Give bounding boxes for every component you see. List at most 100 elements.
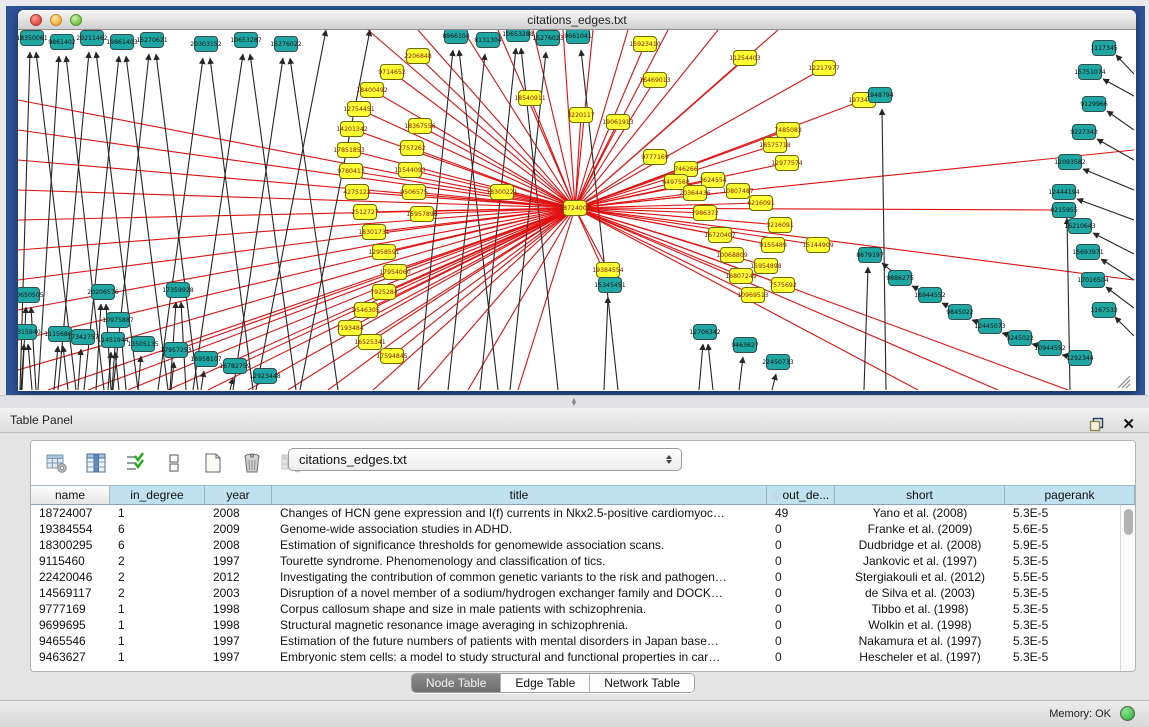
graph-node[interactable]: 9245022 [1006,331,1034,346]
table-selector-dropdown[interactable]: citations_edges.txt [288,448,682,471]
graph-node[interactable]: 15751074 [1074,65,1106,80]
graph-node[interactable]: 12958591 [368,245,400,260]
table-row[interactable]: 946362711997Embryonic stem cells: a mode… [31,649,1135,665]
graph-edge[interactable] [156,54,198,390]
graph-node[interactable]: 10975887 [102,313,134,328]
graph-node[interactable]: 14201342 [336,122,368,137]
graph-node[interactable]: 10653287 [230,33,262,48]
graph-node[interactable]: 15276022 [270,37,302,52]
graph-node[interactable]: 8131304 [474,33,502,48]
tab-edge-table[interactable]: Edge Table [501,674,590,692]
table-row[interactable]: 946554611997Estimation of the future num… [31,633,1135,649]
graph-edge[interactable] [1115,317,1134,336]
graph-edge[interactable] [699,344,703,390]
graph-edge[interactable] [201,371,204,390]
graph-edge[interactable] [230,378,233,390]
graph-node[interactable]: 18367556 [404,119,436,134]
graph-node[interactable]: 16720407 [704,228,736,243]
table-row[interactable]: 1938455462009Genome-wide association stu… [31,521,1135,537]
graph-edge[interactable] [1103,79,1134,96]
graph-node[interactable]: 1948794 [866,88,894,103]
graph-node[interactable]: 16807249 [725,269,757,284]
graph-node[interactable]: 9155489 [759,238,787,253]
row-height-icon[interactable] [162,451,186,475]
graph-edge[interactable] [575,80,655,208]
graph-node[interactable]: 19061913 [602,115,634,130]
graph-node[interactable]: 18300221 [486,185,518,200]
graph-edge[interactable] [575,208,1064,210]
new-document-icon[interactable] [201,451,225,475]
graph-node[interactable]: 15276023 [532,31,564,46]
graph-node[interactable]: 19315940 [18,325,41,340]
graph-edge[interactable] [1083,169,1134,190]
graph-node[interactable]: 20206576 [87,285,119,300]
graph-edge[interactable] [54,346,58,390]
graph-node[interactable]: 9886275 [886,271,914,286]
graph-edge[interactable] [418,30,575,208]
graph-node[interactable]: 16782759 [219,359,251,374]
graph-node[interactable]: 15270621 [136,33,168,48]
column-header-pagerank[interactable]: pagerank [1005,486,1135,504]
graph-node[interactable]: 17957253 [160,343,192,358]
graph-node[interactable]: 12977574 [771,156,803,171]
graph-node[interactable]: 11451944 [97,333,129,348]
graph-node[interactable]: 20364436 [679,186,711,201]
graph-edge[interactable] [739,357,743,390]
graph-node[interactable]: 12445073 [974,319,1006,334]
graph-node[interactable]: 10653288 [502,30,534,42]
graph-node[interactable]: 16210643 [1064,219,1096,234]
graph-edge[interactable] [604,297,608,390]
graph-node[interactable]: 12706342 [689,325,721,340]
graph-node[interactable]: 7986372 [691,206,719,221]
graph-node[interactable]: 20303152 [190,37,222,52]
memory-ok-indicator-icon[interactable] [1120,706,1135,721]
tab-network-table[interactable]: Network Table [590,674,694,692]
graph-node[interactable]: 15144909 [802,238,834,253]
graph-node[interactable]: 12923448 [249,369,281,384]
graph-node[interactable]: 18400492 [356,83,388,98]
column-header-title[interactable]: title [272,486,767,504]
graph-node[interactable]: 9861402 [48,35,76,50]
graph-edge[interactable] [1097,139,1134,160]
graph-node[interactable]: 15923410 [629,37,661,52]
graph-node[interactable]: 9777169 [641,150,669,165]
graph-node[interactable]: 9780413 [337,164,365,179]
graph-node[interactable]: 9714652 [378,65,406,80]
graph-edge[interactable] [78,349,81,390]
graph-node[interactable]: 9845022 [946,305,974,320]
table-settings-icon[interactable] [45,451,69,475]
network-window-titlebar[interactable]: citations_edges.txt [18,10,1136,30]
graph-node[interactable]: 18350061 [18,31,48,46]
graph-edge[interactable] [463,30,575,208]
graph-node[interactable]: 11254403 [729,51,761,66]
graph-node[interactable]: 17359928 [162,283,194,298]
graph-node[interactable]: 20650505 [18,288,44,303]
graph-node[interactable]: 12217977 [808,61,840,76]
graph-edge[interactable] [210,58,253,390]
graph-node[interactable]: 15957898 [406,207,438,222]
table-row[interactable]: 1872400712008Changes of HCN gene express… [31,505,1135,521]
graph-edge[interactable] [351,171,575,208]
graph-node[interactable]: 1167533 [1090,303,1118,318]
delete-trash-icon[interactable] [240,451,264,475]
graph-node[interactable]: 7193484 [336,321,364,336]
graph-node[interactable]: 2206848 [404,49,432,64]
graph-node[interactable]: 8966104 [442,30,470,44]
table-columns-icon[interactable] [84,451,108,475]
graph-node[interactable]: 16958107 [190,352,222,367]
scrollbar-thumb[interactable] [1124,509,1133,535]
graph-node[interactable]: 15693971 [1072,245,1104,260]
graph-node[interactable]: 16469013 [639,73,671,88]
graph-node[interactable]: 11544093 [394,163,426,178]
column-header-name[interactable]: name [31,486,110,504]
graph-node[interactable]: 8679197 [856,248,884,263]
graph-node[interactable]: 22450733 [762,355,794,370]
graph-node[interactable]: 2757262 [398,141,426,156]
graph-edge[interactable] [158,58,203,390]
graph-node[interactable]: 4275122 [343,185,371,200]
splitter-grip-icon[interactable]: ▲▼ [567,399,581,406]
resize-grip[interactable] [1118,376,1130,388]
graph-node[interactable]: 12754451 [343,102,375,117]
graph-edge[interactable] [233,58,283,390]
close-panel-icon[interactable]: ✕ [1122,417,1135,432]
